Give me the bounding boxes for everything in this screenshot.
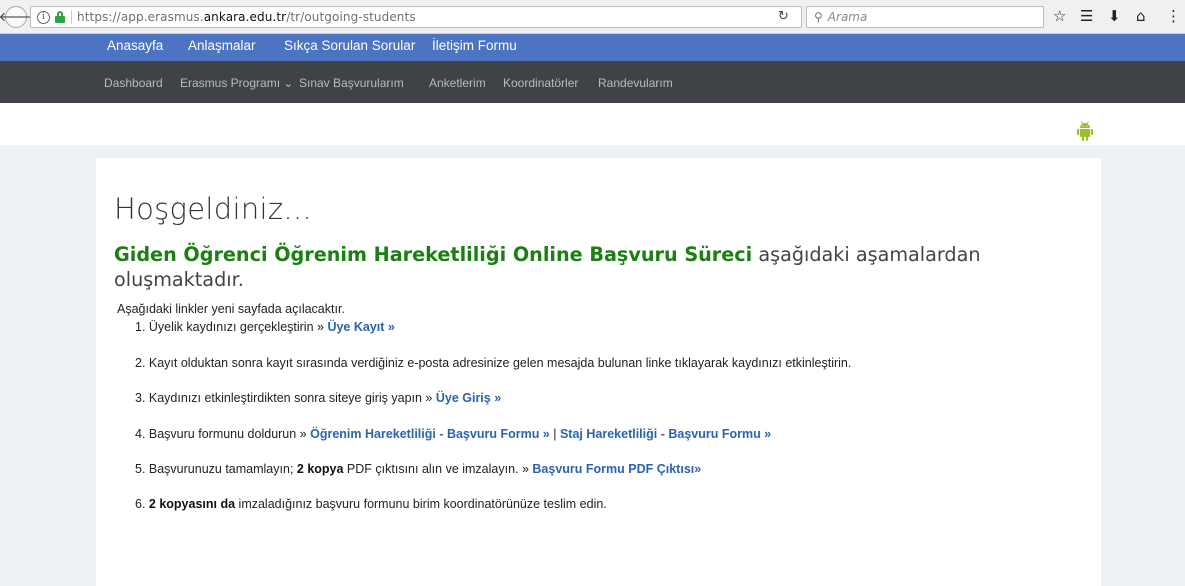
- step-4: 4. Başvuru formunu doldurun » Öğrenim Ha…: [135, 427, 771, 441]
- url-divider: [71, 10, 72, 24]
- step-2-text: 2. Kayıt olduktan sonra kayıt sırasında …: [135, 356, 852, 370]
- home-icon[interactable]: ⌂: [1136, 7, 1146, 25]
- subnav-item-erasmus[interactable]: Erasmus Programı ⌄: [180, 76, 293, 90]
- step-4-separator: |: [549, 427, 560, 441]
- nav-item-iletisim[interactable]: İletişim Formu: [432, 38, 517, 53]
- step-5-text-b: PDF çıktısını alın ve imzalayın. »: [343, 462, 533, 476]
- download-icon[interactable]: ⬇: [1108, 7, 1121, 25]
- header-strip: [0, 103, 1185, 145]
- step-5-text-a: 5. Başvurunuzu tamamlayın;: [135, 462, 297, 476]
- step-5: 5. Başvurunuzu tamamlayın; 2 kopya PDF ç…: [135, 462, 701, 476]
- back-arrow-icon[interactable]: 🡐: [0, 6, 33, 28]
- url-domain: ankara.edu.tr: [203, 10, 287, 24]
- subnav-item-erasmus-label: Erasmus Programı: [180, 76, 281, 90]
- step-3: 3. Kaydınızı etkinleştirdikten sonra sit…: [135, 391, 501, 405]
- step-6: 6. 2 kopyasını da imzaladığınız başvuru …: [135, 497, 607, 511]
- reload-icon[interactable]: ↻: [778, 9, 789, 24]
- info-icon[interactable]: i: [37, 10, 50, 24]
- bookmark-star-icon[interactable]: ☆: [1053, 7, 1066, 25]
- browser-search-field[interactable]: ⚲ Arama: [806, 6, 1044, 28]
- subnav-item-sinav[interactable]: Sınav Başvurularım: [299, 76, 404, 90]
- subnav-item-randevular[interactable]: Randevularım: [598, 76, 673, 90]
- search-placeholder: Arama: [827, 10, 868, 24]
- headline: Giden Öğrenci Öğrenim Hareketliliği Onli…: [114, 242, 994, 292]
- page-title: Hoşgeldiniz...: [114, 192, 312, 226]
- ogrenim-basvuru-link[interactable]: Öğrenim Hareketliliği - Başvuru Formu »: [310, 427, 550, 441]
- uye-giris-link[interactable]: Üye Giriş »: [436, 391, 501, 405]
- pdf-cikti-link[interactable]: Başvuru Formu PDF Çıktısı»: [532, 462, 701, 476]
- android-icon[interactable]: [1077, 121, 1093, 141]
- step-5-bold: 2 kopya: [296, 462, 344, 476]
- subnav-item-dashboard[interactable]: Dashboard: [104, 76, 163, 90]
- main-nav: Anasayfa Anlaşmalar Sıkça Sorulan Sorula…: [0, 34, 1185, 61]
- search-icon: ⚲: [814, 10, 823, 24]
- url-path: /tr/outgoing-students: [286, 10, 416, 24]
- reading-list-icon[interactable]: ☰: [1080, 7, 1093, 25]
- staj-basvuru-link[interactable]: Staj Hareketliliği - Başvuru Formu »: [560, 427, 771, 441]
- menu-icon[interactable]: ⋮: [1166, 7, 1181, 25]
- chevron-down-icon: ⌄: [283, 76, 294, 90]
- url-prefix: https://app.erasmus.: [77, 10, 204, 24]
- step-1-text: 1. Üyelik kaydınızı gerçekleştirin »: [135, 320, 328, 334]
- uye-kayit-link[interactable]: Üye Kayıt »: [327, 320, 394, 334]
- step-2: 2. Kayıt olduktan sonra kayıt sırasında …: [135, 356, 851, 370]
- step-6-text-b: imzaladığınız başvuru formunu birim koor…: [235, 497, 607, 511]
- step-6-bold: 2 kopyasını da: [148, 497, 236, 511]
- browser-toolbar: 🡐 i https://app.erasmus.ankara.edu.tr/tr…: [0, 0, 1185, 34]
- subnav-item-anketler[interactable]: Anketlerim: [429, 76, 486, 90]
- step-4-text: 4. Başvuru formunu doldurun »: [135, 427, 311, 441]
- nav-item-sss[interactable]: Sıkça Sorulan Sorular: [284, 38, 415, 53]
- address-bar[interactable]: i https://app.erasmus.ankara.edu.tr/tr/o…: [30, 6, 802, 28]
- content-card: Hoşgeldiniz... Giden Öğrenci Öğrenim Har…: [96, 158, 1101, 586]
- url-text[interactable]: https://app.erasmus.ankara.edu.tr/tr/out…: [77, 10, 416, 24]
- subnav-item-koordinatorler[interactable]: Koordinatörler: [503, 76, 578, 90]
- step-1: 1. Üyelik kaydınızı gerçekleştirin » Üye…: [135, 320, 395, 334]
- headline-emphasis: Giden Öğrenci Öğrenim Hareketliliği Onli…: [114, 243, 753, 266]
- secondary-nav: Dashboard Erasmus Programı ⌄ Sınav Başvu…: [0, 61, 1185, 103]
- step-6-text-a: 6.: [135, 497, 149, 511]
- lock-icon[interactable]: [55, 11, 65, 23]
- step-3-text: 3. Kaydınızı etkinleştirdikten sonra sit…: [135, 391, 436, 405]
- intro-text: Aşağıdaki linkler yeni sayfada açılacakt…: [117, 302, 345, 316]
- nav-item-anlasmalar[interactable]: Anlaşmalar: [188, 38, 256, 53]
- nav-item-anasayfa[interactable]: Anasayfa: [107, 38, 163, 53]
